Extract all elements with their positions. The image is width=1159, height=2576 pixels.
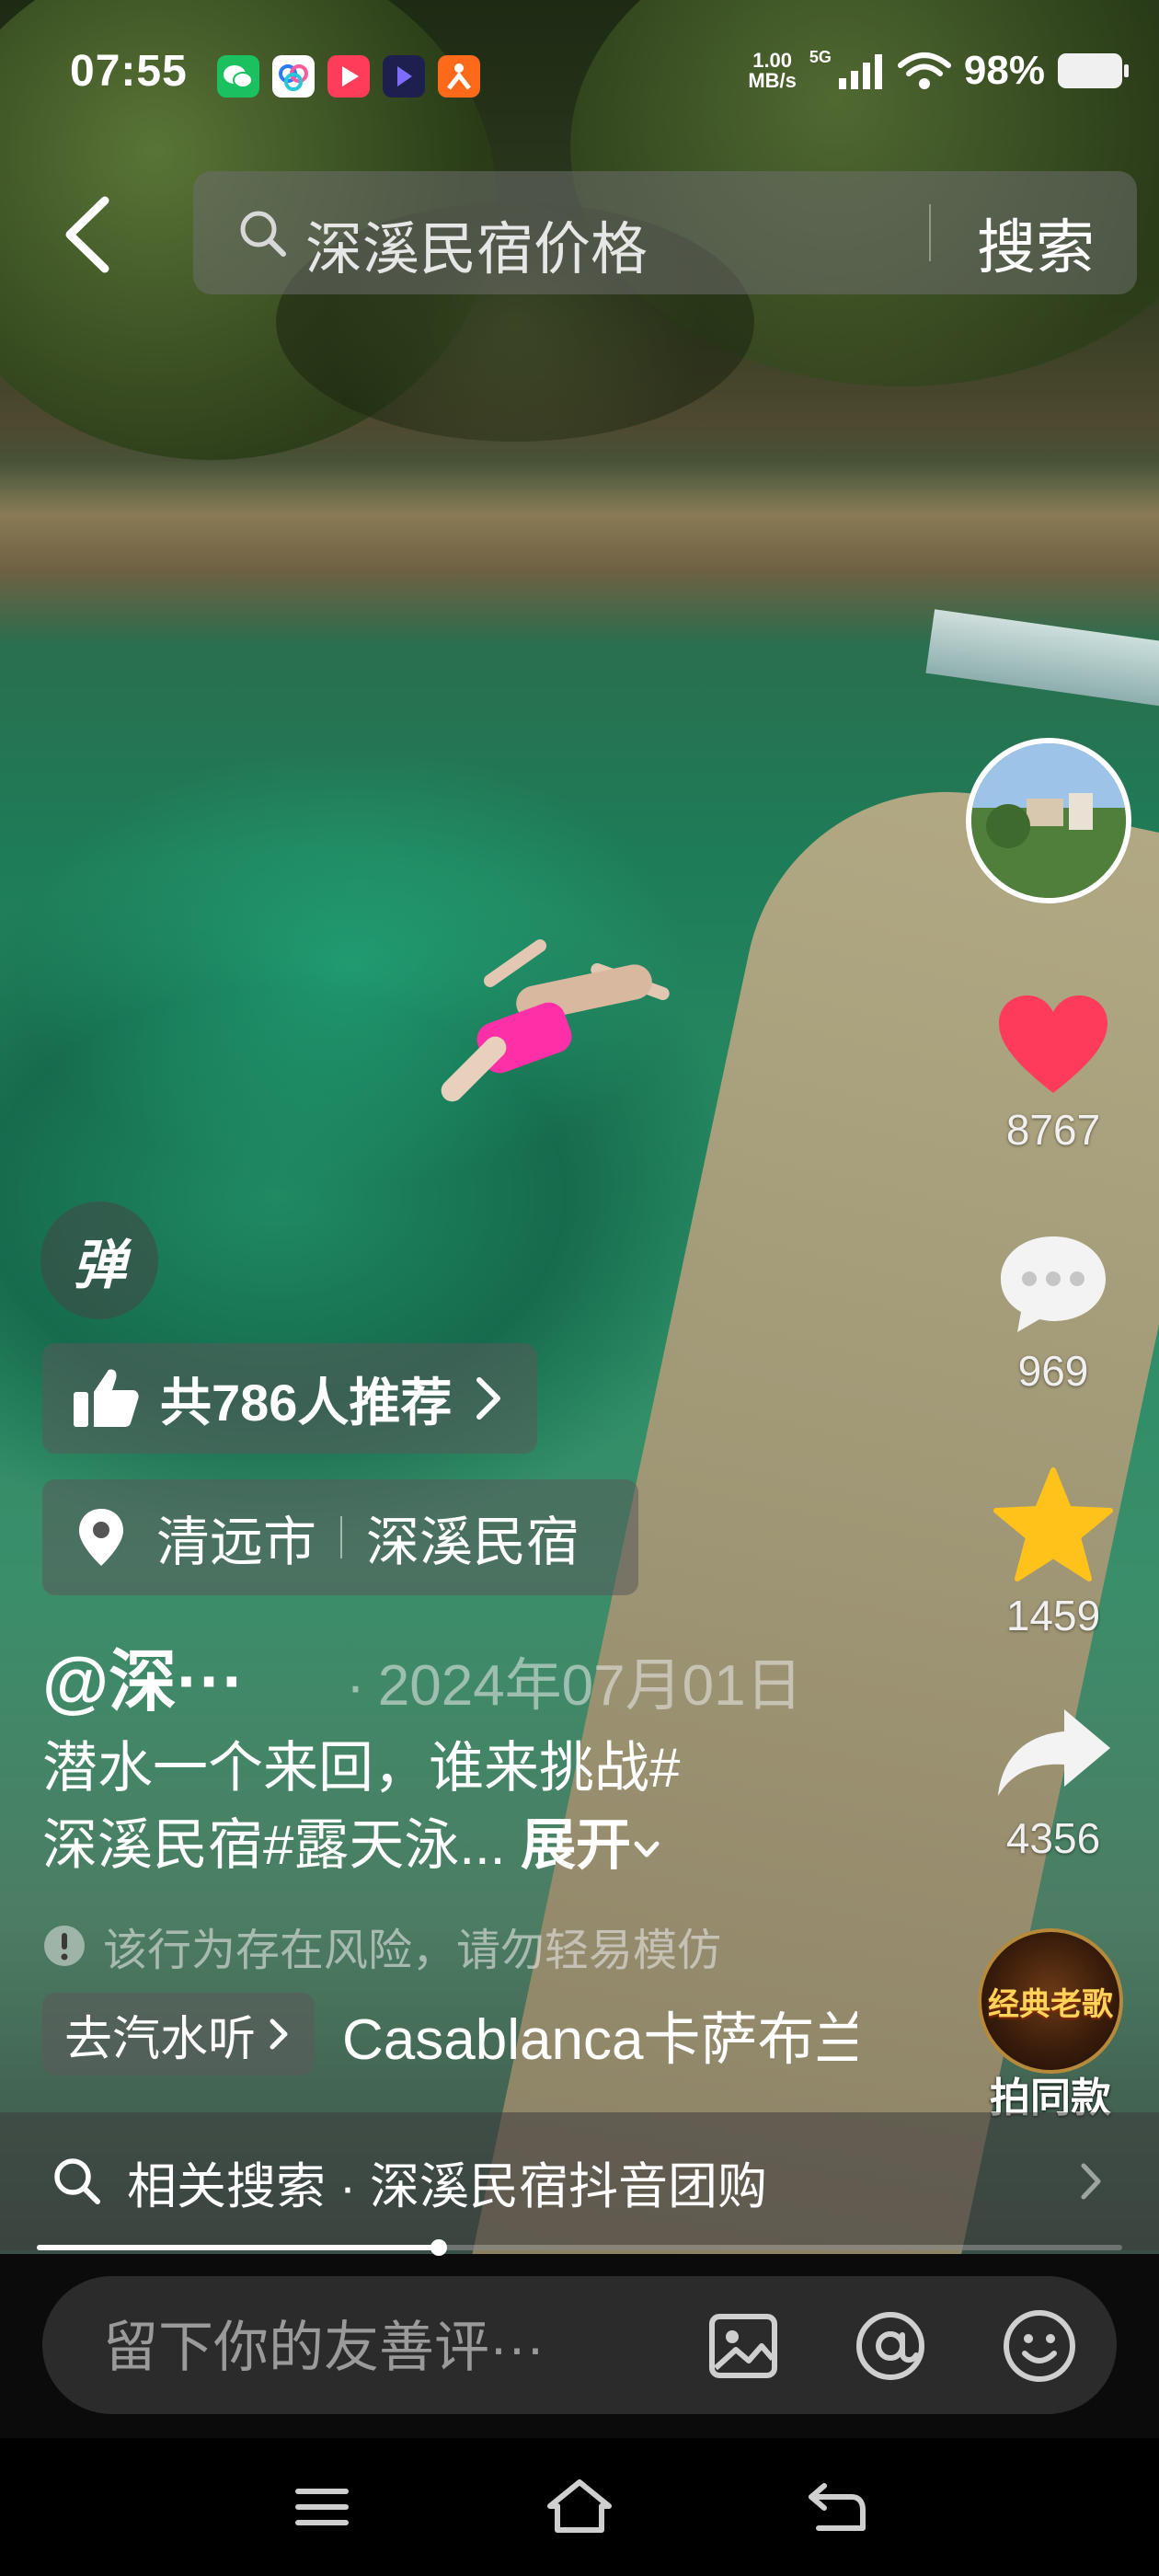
chevron-down-icon bbox=[634, 1841, 660, 1857]
search-bar[interactable]: 深溪民宿价格 搜索 bbox=[193, 171, 1137, 294]
music-disc-art: 经典老歌 bbox=[988, 1986, 1113, 2022]
listen-on-qishui-button[interactable]: 去汽水听 bbox=[42, 1993, 316, 2076]
related-search-bar[interactable]: 相关搜索 · 深溪民宿抖音团购 bbox=[0, 2112, 1159, 2250]
location-city: 清远市 bbox=[156, 1512, 317, 1572]
wifi-icon bbox=[897, 52, 951, 89]
comment-count: 969 bbox=[1017, 1347, 1089, 1395]
search-divider bbox=[929, 204, 931, 261]
image-icon[interactable] bbox=[705, 2307, 782, 2385]
favorite-action[interactable]: 1459 bbox=[975, 1466, 1131, 1640]
like-action[interactable]: 8767 bbox=[975, 994, 1131, 1155]
back-button[interactable] bbox=[57, 193, 121, 276]
author-row: @深··· 2024年07月01日 bbox=[42, 1627, 803, 1725]
warning-icon bbox=[44, 1926, 85, 1966]
caption-line: 深溪民宿#露天泳... bbox=[42, 1814, 506, 1876]
at-mention-icon[interactable] bbox=[852, 2307, 929, 2385]
network-type: 5G bbox=[809, 48, 832, 66]
comment-bubble-icon bbox=[1001, 1236, 1106, 1332]
emoji-icon[interactable] bbox=[1001, 2307, 1078, 2385]
avatar-image bbox=[971, 743, 1126, 898]
star-icon bbox=[993, 1467, 1113, 1581]
risk-notice-text: 该行为存在风险，请勿轻易模仿 bbox=[103, 1926, 722, 1975]
status-bar: 07:55 1.00 MB/s 5G 98% bbox=[0, 0, 1159, 156]
risk-notice: 该行为存在风险，请勿轻易模仿 bbox=[42, 1914, 721, 1978]
search-icon bbox=[54, 2158, 100, 2204]
video-progress-bar[interactable] bbox=[37, 2239, 1122, 2256]
video-progress-fill bbox=[37, 2245, 439, 2250]
battery-icon bbox=[1058, 53, 1129, 88]
search-query[interactable]: 深溪民宿价格 bbox=[305, 202, 648, 285]
author-name[interactable]: @深··· bbox=[42, 1627, 245, 1725]
location-place: 深溪民宿 bbox=[366, 1512, 580, 1572]
network-speed-value: 1.00 bbox=[752, 49, 793, 72]
danmu-toggle-button[interactable]: 弹 bbox=[40, 1202, 158, 1319]
post-date: 2024年07月01日 bbox=[346, 1639, 803, 1721]
chevron-right-icon bbox=[476, 1377, 501, 1420]
battery-percent: 98% bbox=[963, 48, 1045, 93]
home-icon[interactable] bbox=[543, 2475, 616, 2539]
baidu-netdisk-icon bbox=[272, 55, 315, 98]
heart-icon bbox=[999, 995, 1107, 1093]
clock: 07:55 bbox=[70, 47, 188, 96]
recommend-count: 共786人推荐 bbox=[160, 1373, 453, 1432]
like-count: 8767 bbox=[1005, 1106, 1101, 1154]
video-caption[interactable]: 潜水一个来回，谁来挑战# 深溪民宿#露天泳... 展开 bbox=[42, 1730, 797, 1884]
caption-line-2: 深溪民宿#露天泳... 展开 bbox=[42, 1807, 797, 1884]
swimmer-arm bbox=[481, 937, 549, 990]
listen-label: 去汽水听 bbox=[64, 2012, 257, 2066]
search-icon bbox=[240, 211, 286, 257]
caption-line: 潜水一个来回，谁来挑战# bbox=[42, 1737, 681, 1799]
navy-video-app-icon bbox=[383, 55, 425, 98]
red-video-app-icon bbox=[327, 55, 370, 98]
recommend-pill[interactable]: 共786人推荐 bbox=[42, 1343, 537, 1454]
video-progress-thumb[interactable] bbox=[430, 2239, 447, 2256]
music-disc: 经典老歌 bbox=[978, 1928, 1123, 2074]
status-right: 1.00 MB/s 5G 98% bbox=[748, 48, 1129, 94]
location-pin-icon bbox=[79, 1509, 123, 1566]
location-separator bbox=[340, 1516, 343, 1558]
same-style-button[interactable]: 经典老歌 拍同款 bbox=[968, 1928, 1133, 2123]
orange-app-icon bbox=[438, 55, 480, 98]
network-speed-unit: MB/s bbox=[748, 69, 797, 92]
location-pill[interactable]: 清远市 深溪民宿 bbox=[42, 1479, 638, 1595]
thumbs-up-icon bbox=[74, 1369, 139, 1427]
music-title[interactable]: Casablanca卡萨布兰卡 bbox=[342, 1993, 857, 2076]
author-avatar[interactable] bbox=[966, 738, 1131, 903]
share-arrow-icon bbox=[998, 1709, 1110, 1796]
share-count: 4356 bbox=[1005, 1814, 1101, 1862]
back-arrow-icon bbox=[65, 196, 109, 273]
favorite-count: 1459 bbox=[1005, 1592, 1101, 1639]
expand-button[interactable]: 展开 bbox=[521, 1814, 662, 1876]
chevron-right-icon bbox=[1081, 2163, 1101, 2200]
signal-icon bbox=[838, 54, 882, 89]
menu-icon[interactable] bbox=[285, 2475, 359, 2539]
expand-label: 展开 bbox=[521, 1814, 632, 1876]
system-nav-bar bbox=[0, 2438, 1159, 2576]
wechat-icon bbox=[217, 55, 259, 98]
network-speed: 1.00 MB/s bbox=[748, 51, 797, 91]
share-action[interactable]: 4356 bbox=[975, 1704, 1131, 1863]
music-row: 去汽水听 Casablanca卡萨布兰卡 bbox=[42, 1993, 857, 2076]
chevron-right-icon bbox=[270, 2018, 288, 2050]
comment-input[interactable] bbox=[101, 2309, 657, 2385]
back-nav-icon[interactable] bbox=[800, 2475, 874, 2539]
comment-bar bbox=[42, 2276, 1117, 2414]
search-button[interactable]: 搜索 bbox=[977, 201, 1095, 285]
related-search-text: 相关搜索 · 深溪民宿抖音团购 bbox=[127, 2158, 767, 2214]
comment-action[interactable]: 969 bbox=[975, 1233, 1131, 1396]
